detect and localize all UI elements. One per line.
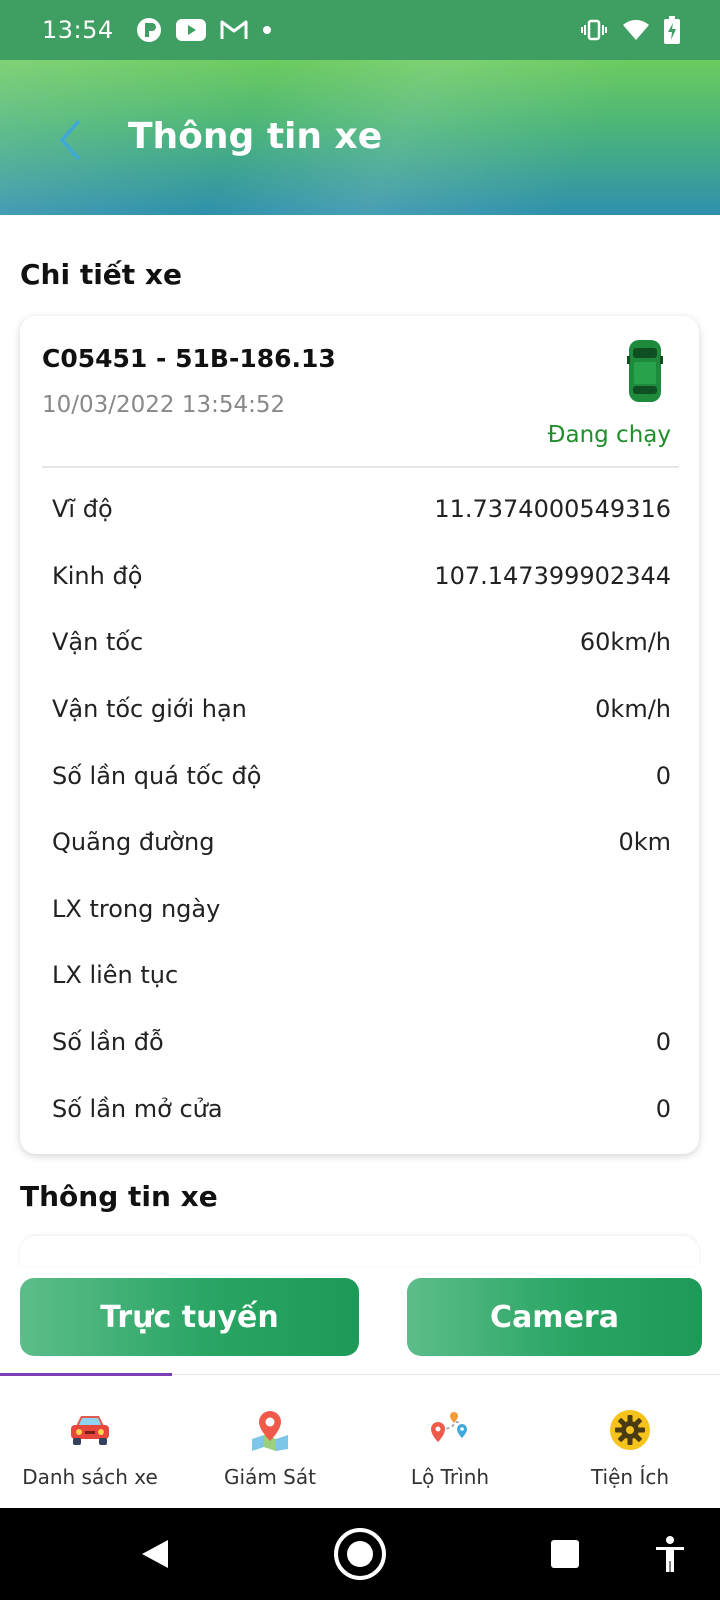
nav-item-vehicle-list[interactable]: Danh sách xe: [0, 1375, 180, 1508]
app-header: Thông tin xe: [0, 60, 720, 215]
system-recents-button[interactable]: [530, 1508, 600, 1600]
detail-row-driving-today: LX trong ngày: [52, 876, 671, 943]
detail-row-speed: Vận tốc 60km/h: [52, 609, 671, 676]
nav-item-utilities[interactable]: Tiện Ích: [540, 1375, 720, 1508]
status-bar: 13:54: [0, 0, 720, 60]
nav-item-monitoring[interactable]: Giám Sát: [180, 1375, 360, 1508]
route-icon: [427, 1407, 473, 1453]
detail-row-door-open-count: Số lần mở cửa 0: [52, 1075, 671, 1142]
car-top-view-icon: [627, 340, 663, 402]
triangle-back-icon: [142, 1540, 168, 1568]
detail-row-speed-limit: Vận tốc giới hạn 0km/h: [52, 676, 671, 743]
youtube-icon: [175, 19, 206, 41]
bottom-nav: Danh sách xe Giám Sát Lộ Trình Tiện Ích: [0, 1373, 720, 1508]
row-label: Số lần mở cửa: [52, 1094, 223, 1123]
camera-button[interactable]: Camera: [407, 1278, 702, 1356]
row-value: 0km: [618, 828, 671, 857]
vibrate-icon: [580, 19, 608, 41]
vehicle-detail-card: C05451 - 51B-186.13 10/03/2022 13:54:52 …: [20, 316, 699, 1154]
back-button[interactable]: [50, 115, 90, 165]
row-value: 0: [655, 1028, 671, 1057]
gear-icon: [607, 1407, 653, 1453]
row-value: 60km/h: [579, 628, 671, 657]
row-label: LX liên tục: [52, 961, 179, 990]
status-time: 13:54: [42, 16, 114, 44]
row-label: LX trong ngày: [52, 894, 221, 923]
row-value: 107.147399902344: [434, 561, 671, 590]
nav-label: Lộ Trình: [410, 1465, 490, 1489]
nav-label: Tiện Ích: [590, 1465, 670, 1489]
nav-active-indicator: [0, 1373, 172, 1376]
vehicle-status: Đang chạy: [547, 422, 671, 448]
vehicle-id: C05451 - 51B-186.13: [42, 344, 336, 373]
detail-row-distance: Quãng đường 0km: [52, 809, 671, 876]
more-notifications-dot-icon: [262, 25, 272, 35]
nav-label: Danh sách xe: [22, 1465, 158, 1489]
row-label: Số lần đỗ: [52, 1028, 164, 1057]
system-back-button[interactable]: [120, 1508, 190, 1600]
row-label: Vận tốc: [52, 628, 144, 657]
car-icon: [67, 1407, 113, 1453]
nav-label: Giám Sát: [224, 1465, 316, 1489]
accessibility-button[interactable]: [640, 1508, 700, 1600]
home-circle-icon: [334, 1528, 386, 1580]
row-value: 0km/h: [595, 695, 671, 724]
row-value: 11.7374000549316: [434, 495, 671, 524]
system-nav-bar: [0, 1508, 720, 1600]
gmail-icon: [220, 19, 248, 41]
row-value: 0: [655, 1094, 671, 1123]
card-divider: [42, 466, 679, 468]
wifi-icon: [622, 19, 650, 41]
online-button[interactable]: Trực tuyến: [20, 1278, 359, 1356]
app-notification-icon: [136, 17, 162, 43]
detail-row-latitude: Vĩ độ 11.7374000549316: [52, 476, 671, 543]
battery-charging-icon: [664, 16, 680, 44]
row-label: Số lần quá tốc độ: [52, 761, 262, 790]
map-pin-icon: [247, 1407, 293, 1453]
detail-row-driving-continuous: LX liên tục: [52, 942, 671, 1009]
row-label: Quãng đường: [52, 828, 215, 857]
detail-rows: Vĩ độ 11.7374000549316 Kinh độ 107.1473999…: [52, 476, 671, 1142]
row-label: Vận tốc giới hạn: [52, 695, 247, 724]
section-title-info: Thông tin xe: [20, 1180, 218, 1213]
detail-row-longitude: Kinh độ 107.147399902344: [52, 543, 671, 610]
section-title-details: Chi tiết xe: [20, 258, 182, 291]
row-label: Kinh độ: [52, 561, 143, 590]
detail-row-stop-count: Số lần đỗ 0: [52, 1009, 671, 1076]
chevron-left-icon: [59, 120, 80, 160]
row-value: 0: [655, 761, 671, 790]
detail-row-overspeed-count: Số lần quá tốc độ 0: [52, 742, 671, 809]
accessibility-icon: [656, 1536, 684, 1572]
vehicle-timestamp: 10/03/2022 13:54:52: [42, 392, 286, 418]
nav-item-route[interactable]: Lộ Trình: [360, 1375, 540, 1508]
square-recents-icon: [551, 1540, 579, 1568]
row-label: Vĩ độ: [52, 495, 113, 524]
page-title: Thông tin xe: [128, 116, 383, 157]
system-home-button[interactable]: [320, 1508, 400, 1600]
vehicle-info-card: [20, 1236, 699, 1266]
